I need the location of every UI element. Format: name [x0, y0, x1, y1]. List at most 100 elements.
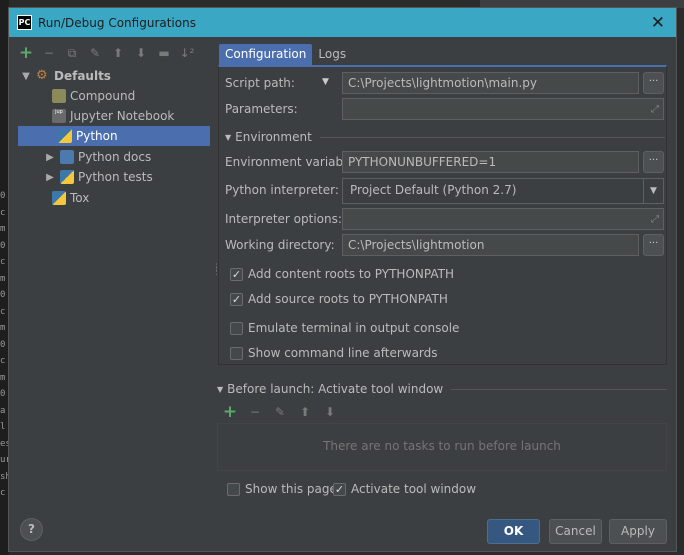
remove-task-icon[interactable]: − — [248, 405, 262, 419]
run-debug-dialog: PC Run/Debug Configurations ✕ + − ⧉ ✎ ⬆ … — [8, 7, 677, 552]
jupyter-icon: jup — [52, 109, 66, 123]
python-docs-icon — [60, 150, 74, 164]
checkbox-check-icon[interactable]: ✓ — [333, 482, 346, 496]
title-bar: PC Run/Debug Configurations ✕ — [9, 8, 676, 37]
collapse-arrow-icon[interactable]: ▼ — [225, 133, 231, 142]
section-divider — [451, 388, 667, 390]
parameters-label: Parameters: — [225, 102, 298, 116]
tox-icon — [52, 191, 66, 205]
tree-node-python-docs[interactable]: ▶ Python docs — [44, 147, 210, 167]
close-icon[interactable]: ✕ — [651, 13, 665, 33]
wrench-icon[interactable]: ✎ — [88, 46, 102, 60]
help-button[interactable]: ? — [20, 518, 43, 541]
script-type-dropdown-icon[interactable]: ▼ — [322, 77, 329, 87]
before-launch-section[interactable]: ▼ Before launch: Activate tool window — [217, 382, 667, 396]
splitter-handle[interactable]: ⋮ ⋮ — [212, 264, 221, 280]
before-launch-toolbar: + − ✎ ⬆ ⬇ — [223, 403, 337, 420]
checkbox-label: Add content roots to PYTHONPATH — [248, 267, 454, 281]
tab-bar: Configuration Logs — [219, 44, 352, 65]
sort-icon[interactable]: ↓² — [180, 46, 195, 60]
working-dir-field[interactable]: C:\Projects\lightmotion — [342, 234, 639, 256]
collapse-arrow-icon[interactable]: ▼ — [20, 71, 32, 82]
script-path-label: Script path: — [225, 76, 295, 90]
browse-script-button[interactable]: ··· — [643, 72, 664, 94]
tree-node-label: Python tests — [78, 170, 153, 184]
ok-button[interactable]: OK — [487, 519, 540, 544]
before-launch-title: Before launch: Activate tool window — [227, 382, 444, 396]
wrench-defaults-icon: ⚙ — [36, 68, 48, 83]
checkbox-label: Show command line afterwards — [248, 346, 438, 360]
tree-node-label: Defaults — [54, 69, 111, 83]
checkbox-label: Activate tool window — [351, 482, 477, 496]
env-vars-field[interactable]: PYTHONUNBUFFERED=1 — [342, 151, 639, 173]
tree-node-jupyter[interactable]: jup Jupyter Notebook — [46, 106, 210, 126]
interpreter-select[interactable]: Project Default (Python 2.7) ▼ — [342, 178, 664, 204]
configuration-tree: ▼ ⚙ Defaults Compound jup Jupyter Notebo… — [18, 66, 210, 506]
browse-dir-button[interactable]: ··· — [643, 234, 664, 256]
edit-env-vars-button[interactable]: ··· — [643, 151, 664, 173]
tree-node-label: Python — [76, 129, 118, 143]
configuration-panel: Script path: ▼ C:\Projects\lightmotion\m… — [218, 65, 667, 365]
interpreter-options-field[interactable]: ⤢ — [342, 208, 664, 230]
before-launch-task-list: There are no tasks to run before launch — [217, 423, 667, 471]
working-dir-label: Working directory: — [225, 238, 335, 252]
interpreter-label: Python interpreter: — [225, 183, 339, 197]
parameters-field[interactable]: ⤢ — [342, 98, 664, 120]
copy-icon[interactable]: ⧉ — [65, 46, 79, 60]
tree-node-label: Compound — [70, 89, 136, 103]
pycharm-app-icon: PC — [17, 15, 32, 30]
source-roots-checkbox[interactable]: ✓ Add source roots to PYTHONPATH — [230, 292, 448, 306]
tree-toolbar: + − ⧉ ✎ ⬆ ⬇ ▬ ↓² — [19, 43, 195, 63]
add-icon[interactable]: + — [19, 44, 33, 61]
show-page-checkbox[interactable]: Show this page — [227, 482, 337, 496]
section-divider — [319, 136, 665, 138]
interpreter-options-label: Interpreter options: — [225, 212, 342, 226]
expand-arrow-icon[interactable]: ▶ — [44, 172, 56, 183]
checkbox-empty-icon[interactable] — [230, 321, 243, 335]
checkbox-label: Show this page — [245, 482, 337, 496]
python-icon — [58, 129, 72, 143]
tree-node-label: Tox — [70, 191, 90, 205]
tree-node-python[interactable]: Python — [18, 126, 210, 146]
add-task-icon[interactable]: + — [223, 403, 237, 420]
move-up-icon[interactable]: ⬆ — [111, 46, 125, 60]
chevron-down-icon[interactable]: ▼ — [643, 179, 663, 203]
environment-section[interactable]: ▼ Environment — [225, 130, 665, 144]
checkbox-empty-icon[interactable] — [230, 346, 243, 360]
show-command-line-checkbox[interactable]: Show command line afterwards — [230, 346, 438, 360]
content-roots-checkbox[interactable]: ✓ Add content roots to PYTHONPATH — [230, 267, 454, 281]
emulate-terminal-checkbox[interactable]: Emulate terminal in output console — [230, 321, 459, 335]
folder-icon — [52, 89, 66, 103]
cancel-button[interactable]: Cancel — [549, 519, 602, 544]
folder-icon[interactable]: ▬ — [157, 46, 171, 60]
tree-node-python-tests[interactable]: ▶ Python tests — [44, 167, 210, 187]
checkbox-check-icon[interactable]: ✓ — [230, 292, 243, 306]
edit-task-icon[interactable]: ✎ — [273, 405, 287, 419]
tab-logs[interactable]: Logs — [312, 44, 352, 65]
tree-node-tox[interactable]: Tox — [46, 188, 210, 208]
tree-node-label: Python docs — [78, 150, 152, 164]
expand-icon[interactable]: ⤢ — [651, 102, 659, 118]
checkbox-label: Add source roots to PYTHONPATH — [248, 292, 448, 306]
environment-label: Environment — [235, 130, 312, 144]
tree-node-label: Jupyter Notebook — [70, 109, 175, 123]
interpreter-value: Project Default (Python 2.7) — [350, 183, 517, 197]
tree-node-defaults[interactable]: ▼ ⚙ Defaults — [20, 66, 210, 86]
move-up-icon[interactable]: ⬆ — [298, 405, 312, 419]
tree-node-compound[interactable]: Compound — [46, 86, 210, 106]
remove-icon[interactable]: − — [42, 46, 56, 60]
expand-arrow-icon[interactable]: ▶ — [44, 152, 56, 163]
tab-configuration[interactable]: Configuration — [219, 44, 313, 65]
expand-icon[interactable]: ⤢ — [651, 212, 659, 228]
activate-tool-window-checkbox[interactable]: ✓ Activate tool window — [333, 482, 476, 496]
window-title: Run/Debug Configurations — [38, 15, 196, 30]
apply-button[interactable]: Apply — [609, 519, 667, 544]
script-path-field[interactable]: C:\Projects\lightmotion\main.py — [342, 72, 639, 94]
move-down-icon[interactable]: ⬇ — [323, 405, 337, 419]
move-down-icon[interactable]: ⬇ — [134, 46, 148, 60]
checkbox-check-icon[interactable]: ✓ — [230, 267, 243, 281]
checkbox-label: Emulate terminal in output console — [248, 321, 460, 335]
checkbox-empty-icon[interactable] — [227, 482, 240, 496]
python-tests-icon — [60, 170, 74, 184]
collapse-arrow-icon[interactable]: ▼ — [217, 385, 223, 394]
